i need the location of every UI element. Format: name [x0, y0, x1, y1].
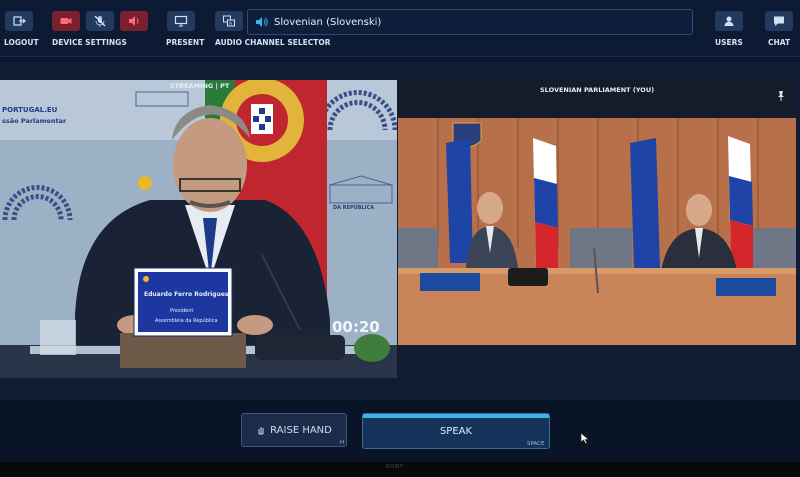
logout-button[interactable] — [5, 11, 33, 31]
language-icon: A — [223, 15, 235, 27]
audio-channel-value: Slovenian (Slovenski) — [274, 16, 382, 28]
users-button[interactable] — [715, 11, 743, 31]
chat-icon — [774, 16, 784, 26]
mouse-cursor-icon — [580, 432, 590, 444]
audio-channel-button[interactable]: A — [215, 11, 243, 31]
camera-toggle-button[interactable] — [52, 11, 80, 31]
present-button[interactable] — [167, 11, 195, 31]
raise-hand-button[interactable]: RAISE HAND — [241, 413, 347, 447]
speak-shortcut: SPACE — [527, 441, 545, 447]
users-icon — [724, 16, 734, 26]
device-settings-label: DEVICE SETTINGS — [52, 38, 127, 47]
app-screen: LOGOUT DEVICE SETTINGS PRESENT A AUDIO C… — [0, 0, 800, 462]
nameplate-name: Eduardo Ferro Rodrigues — [144, 291, 229, 298]
logout-label: LOGOUT — [4, 38, 39, 47]
speaker-toggle-button[interactable] — [120, 11, 148, 31]
camera-off-icon — [60, 18, 72, 24]
speaker-icon — [256, 17, 268, 27]
stream-timer: 00:20 — [332, 318, 380, 336]
audio-channel-selector-label: AUDIO CHANNEL SELECTOR — [215, 38, 331, 47]
mic-toggle-button[interactable] — [86, 11, 114, 31]
mic-off-icon — [94, 15, 106, 27]
audio-channel-dropdown[interactable]: Slovenian (Slovenski) — [247, 9, 693, 35]
pin-icon[interactable] — [775, 90, 787, 102]
tv-brand-logo: SONY — [386, 464, 404, 470]
logout-icon — [13, 16, 26, 26]
present-label: PRESENT — [166, 38, 205, 47]
speak-label: SPEAK — [439, 425, 473, 437]
monitor-icon — [174, 15, 188, 27]
hand-icon — [258, 427, 264, 435]
portugal-logo-text: PORTUGAL.EU — [2, 106, 58, 114]
raise-hand-shortcut: H — [340, 440, 345, 446]
portugal-subtitle: ssão Parlamentar — [2, 117, 67, 125]
raise-hand-label: RAISE HAND — [270, 424, 332, 436]
slovenia-feed-scene — [398, 118, 796, 345]
top-toolbar: LOGOUT DEVICE SETTINGS PRESENT A AUDIO C… — [0, 0, 800, 57]
video-feed-slovenia[interactable]: SLOVENIAN PARLIAMENT (YOU) — [398, 80, 796, 345]
speak-button[interactable]: SPEAK — [362, 413, 550, 449]
nameplate-role: President — [170, 308, 194, 314]
streaming-badge: STREAMING | PT — [170, 82, 230, 90]
chat-label: CHAT — [768, 38, 791, 47]
assembleia-caption: DA REPÚBLICA — [333, 205, 375, 211]
speaker-icon — [129, 16, 139, 26]
feed-title-slovenia: SLOVENIAN PARLIAMENT (YOU) — [540, 86, 655, 94]
nameplate-org: Assembleia da República — [155, 318, 218, 324]
video-feed-portugal[interactable]: STREAMING | PT PORTUGAL.EU ssão Parlamen… — [0, 80, 397, 378]
users-label: USERS — [715, 38, 743, 47]
chat-button[interactable] — [765, 11, 793, 31]
